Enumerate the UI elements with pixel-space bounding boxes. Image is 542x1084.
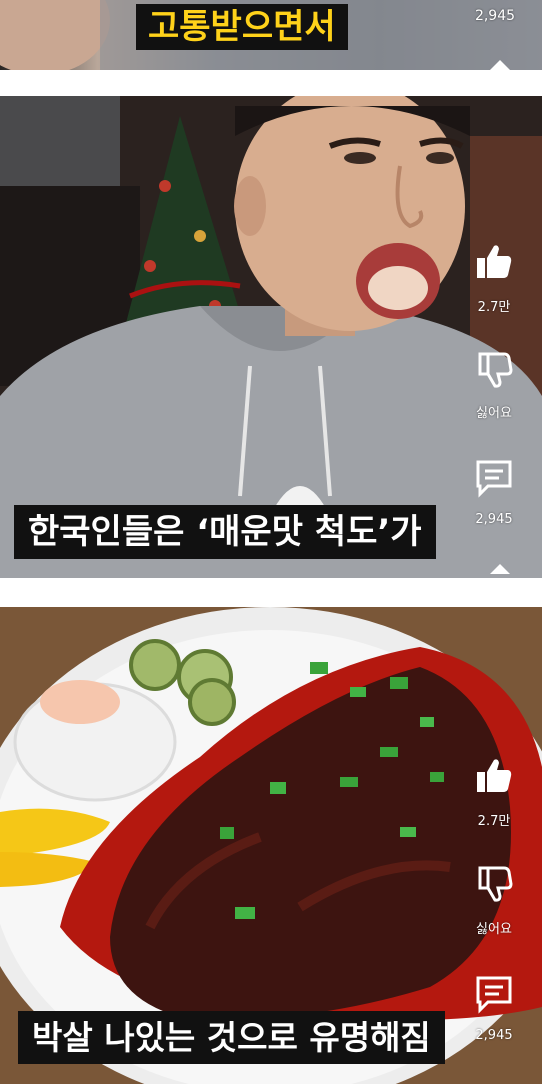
dislike-icon[interactable] bbox=[474, 350, 514, 390]
like-icon[interactable] bbox=[474, 242, 514, 282]
comment-count: 2,945 bbox=[475, 1028, 513, 1043]
comment-count: 2,945 bbox=[474, 8, 516, 24]
video-frame-food[interactable]: 박살 나있는 것으로 유명해짐 2.7만 싫어요 2,945 bbox=[0, 607, 542, 1084]
dislike-label: 싫어요 bbox=[476, 922, 512, 937]
subtitle-caption: 고통받으면서 bbox=[136, 4, 348, 50]
comment-icon[interactable] bbox=[474, 974, 514, 1014]
share-icon[interactable] bbox=[488, 564, 510, 574]
comment-icon[interactable] bbox=[474, 458, 514, 498]
like-count: 2.7만 bbox=[477, 814, 511, 829]
like-count: 2.7만 bbox=[477, 300, 511, 315]
video-frame-top: 고통받으면서 2,945 bbox=[0, 0, 542, 70]
comment-count: 2,945 bbox=[475, 512, 513, 527]
like-icon[interactable] bbox=[474, 756, 514, 796]
subtitle-caption: 한국인들은 ‘매운맛 척도’가 bbox=[14, 505, 436, 559]
dislike-icon[interactable] bbox=[474, 864, 514, 904]
subtitle-caption: 박살 나있는 것으로 유명해짐 bbox=[18, 1011, 445, 1064]
share-icon[interactable] bbox=[488, 60, 510, 70]
dislike-label: 싫어요 bbox=[476, 406, 512, 421]
video-frame-person[interactable]: 한국인들은 ‘매운맛 척도’가 2.7만 싫어요 2,945 bbox=[0, 96, 542, 578]
